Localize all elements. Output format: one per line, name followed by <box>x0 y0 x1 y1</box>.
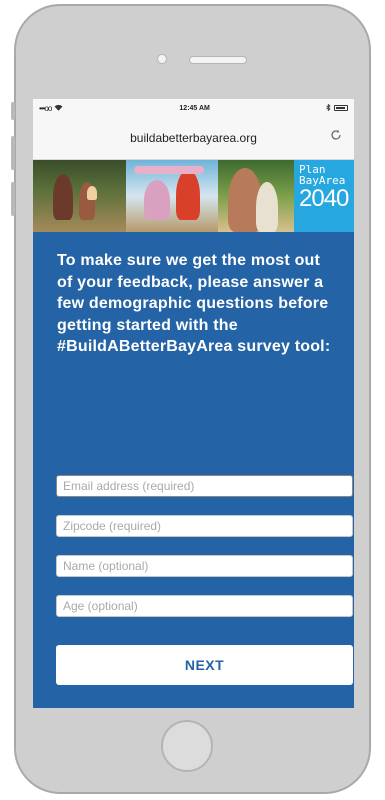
volume-up-button <box>11 136 15 170</box>
battery-icon <box>333 105 348 111</box>
banner-photo-parent-child <box>218 160 294 232</box>
name-field[interactable] <box>56 555 353 577</box>
plan-bay-area-logo: Plan BayArea 2040 <box>294 160 354 232</box>
status-time: 12:45 AM <box>179 104 210 112</box>
intro-text: To make sure we get the most out of your… <box>57 252 331 355</box>
banner-photo-family <box>33 160 126 232</box>
speaker-grille <box>189 56 247 64</box>
demographic-form <box>56 475 355 635</box>
status-right <box>326 103 348 113</box>
volume-down-button <box>11 182 15 216</box>
next-button[interactable]: NEXT <box>56 645 353 685</box>
age-field[interactable] <box>56 595 353 617</box>
status-bar: •••oo 12:45 AM <box>33 99 354 117</box>
logo-year: 2040 <box>299 185 349 212</box>
mute-switch <box>11 102 15 120</box>
reload-icon[interactable] <box>330 129 342 144</box>
browser-address-bar[interactable]: buildabetterbayarea.org <box>33 117 354 160</box>
front-camera <box>157 54 167 64</box>
status-left: •••oo <box>39 104 63 113</box>
email-field[interactable] <box>56 475 353 497</box>
home-button[interactable] <box>161 720 213 772</box>
bluetooth-icon <box>326 103 331 113</box>
url-text[interactable]: buildabetterbayarea.org <box>130 131 257 145</box>
signal-strength: •••oo <box>39 103 52 113</box>
banner-photo-kids <box>126 160 218 232</box>
zipcode-field[interactable] <box>56 515 353 537</box>
wifi-icon <box>54 104 63 113</box>
header-banner: Plan BayArea 2040 <box>33 160 354 232</box>
